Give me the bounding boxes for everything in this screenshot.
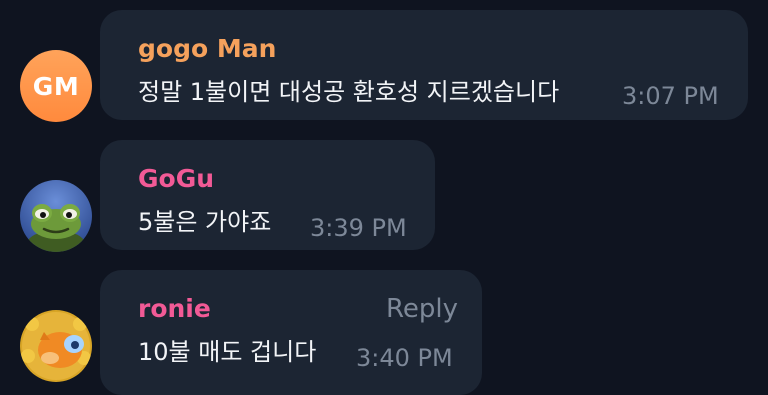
- message-text: 5불은 가야죠: [138, 208, 272, 236]
- message-bubble[interactable]: GoGu 5불은 가야죠 3:39 PM: [100, 140, 435, 250]
- chat-message-list: GM gogo Man 정말 1불이면 대성공 환호성 지르겠습니다 3:07 …: [0, 0, 768, 395]
- doge-sunflower-avatar-icon: [20, 310, 92, 382]
- message-sender[interactable]: GoGu: [138, 164, 214, 193]
- message-sender[interactable]: ronie: [138, 294, 211, 323]
- message-text: 10불 매도 겁니다: [138, 338, 317, 366]
- avatar-initials: GM: [32, 71, 80, 101]
- message-bubble[interactable]: ronie Reply 10불 매도 겁니다 3:40 PM: [100, 270, 482, 395]
- frog-avatar-icon: [20, 180, 92, 252]
- message-timestamp: 3:39 PM: [310, 214, 407, 242]
- message-timestamp: 3:07 PM: [622, 82, 719, 110]
- avatar-gogo-man[interactable]: GM: [20, 50, 92, 122]
- avatar-ronie[interactable]: [20, 310, 92, 382]
- avatar-gogu[interactable]: [20, 180, 92, 252]
- message-sender[interactable]: gogo Man: [138, 34, 276, 63]
- message-bubble[interactable]: gogo Man 정말 1불이면 대성공 환호성 지르겠습니다 3:07 PM: [100, 10, 748, 120]
- reply-button[interactable]: Reply: [386, 294, 458, 324]
- message-text: 정말 1불이면 대성공 환호성 지르겠습니다: [138, 78, 560, 106]
- message-timestamp: 3:40 PM: [356, 344, 453, 372]
